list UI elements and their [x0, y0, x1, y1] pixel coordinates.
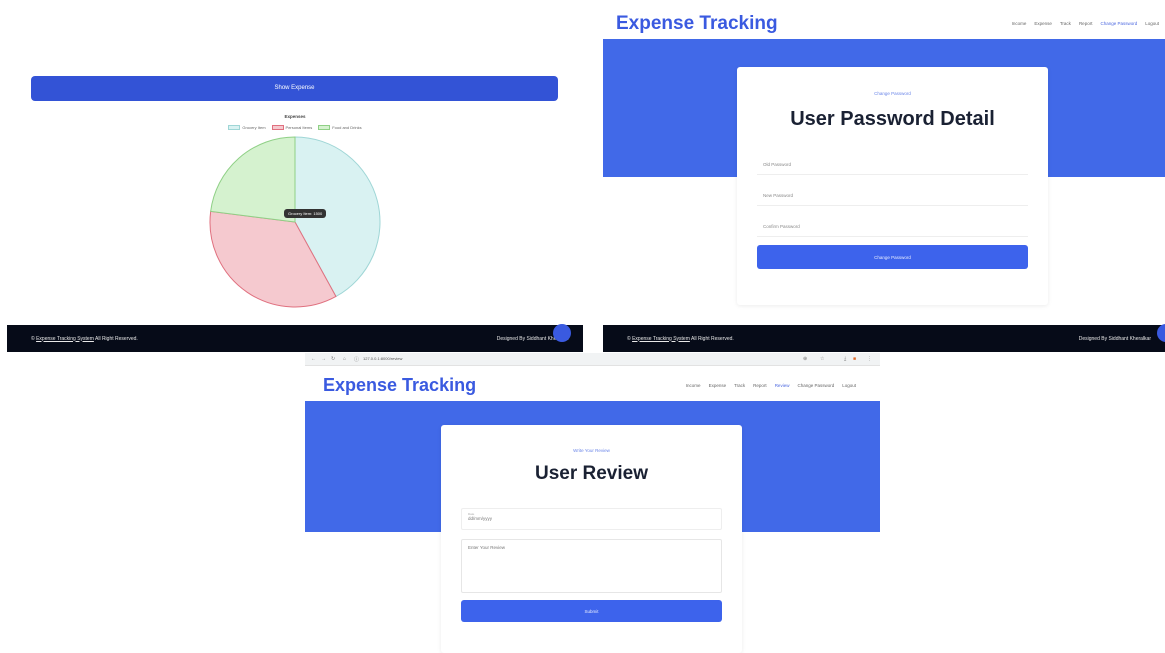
expense-pie-chart[interactable]	[207, 136, 383, 312]
nav-change-password[interactable]: Change Password	[1100, 21, 1137, 26]
legend-item-personal[interactable]: Personal Items	[271, 125, 313, 130]
change-password-button[interactable]: Change Password	[757, 245, 1028, 269]
site-footer: © Expense Tracking System All Right Rese…	[603, 325, 1165, 352]
review-textarea[interactable]: Enter Your Review	[461, 539, 722, 593]
copyright-suffix: All Right Reserved.	[93, 335, 138, 342]
forward-icon[interactable]: →	[321, 356, 326, 362]
old-password-field[interactable]: Old Password	[757, 155, 1028, 175]
nav-logout[interactable]: Logout	[842, 383, 856, 388]
footer-brand-link[interactable]: Expense Tracking System	[632, 336, 690, 342]
home-icon[interactable]: ⌂	[343, 356, 346, 362]
footer-copyright: © Expense Tracking System All Right Rese…	[31, 336, 138, 342]
pie-slice-food-and-drinks[interactable]	[210, 136, 296, 223]
reload-icon[interactable]: ↻	[331, 356, 335, 362]
legend-swatch	[271, 125, 284, 130]
zoom-icon[interactable]: ⊕	[803, 356, 807, 362]
back-icon[interactable]: ←	[311, 356, 316, 362]
footer-copyright: © Expense Tracking System All Right Rese…	[627, 336, 734, 342]
nav-track[interactable]: Track	[1060, 21, 1071, 26]
back-to-top-button[interactable]	[553, 324, 571, 342]
card-title: User Password Detail	[790, 108, 995, 130]
nav-track[interactable]: Track	[734, 383, 745, 388]
chart-legend: Grocery Item Personal Items Food and Dri…	[7, 125, 583, 130]
footer-designed-by: Designed By Siddhant Kheralkar	[1078, 335, 1151, 342]
submit-button[interactable]: Submit	[461, 600, 722, 622]
brand-logo[interactable]: Expense Tracking	[616, 13, 778, 35]
chart-tooltip: Grocery Item: 1500	[284, 209, 327, 218]
site-footer: © Expense Tracking System All Right Rese…	[7, 325, 583, 352]
browser-toolbar: ← → ↻ ⌂ ⓘ 127.0.0.1:8000/review ⊕ ☆ ⤓ ■ …	[305, 353, 880, 366]
site-info-icon[interactable]: ⓘ	[354, 356, 359, 363]
card-subtitle: Change Password	[874, 91, 911, 96]
change-password-panel: Expense Tracking Income Expense Track Re…	[603, 6, 1165, 352]
nav-expense[interactable]: Expense	[1034, 21, 1052, 26]
legend-label: Grocery Item	[242, 125, 266, 130]
main-nav: Income Expense Track Report Review Chang…	[686, 383, 856, 388]
chart-title: Expenses	[284, 114, 306, 119]
download-icon[interactable]: ⤓	[844, 356, 846, 362]
legend-label: Personal Items	[285, 125, 313, 130]
nav-expense[interactable]: Expense	[709, 383, 727, 388]
nav-review[interactable]: Review	[775, 383, 790, 388]
nav-change-password[interactable]: Change Password	[797, 383, 834, 388]
expenses-chart-panel: Show Expense Expenses Grocery Item Perso…	[7, 6, 583, 352]
legend-swatch	[318, 125, 331, 130]
extension-icon[interactable]: ■	[853, 356, 856, 362]
nav-income[interactable]: Income	[1012, 21, 1027, 26]
nav-report[interactable]: Report	[1079, 21, 1093, 26]
card-title: User Review	[534, 463, 648, 484]
address-bar[interactable]: 127.0.0.1:8000/review	[363, 356, 402, 361]
nav-logout[interactable]: Logout	[1145, 21, 1159, 26]
card-subtitle: Write Your Review	[573, 448, 610, 453]
legend-label: Food and Drinks	[332, 125, 362, 130]
review-card: Write Your Review User Review Date dd/mm…	[441, 425, 742, 653]
new-password-field[interactable]: New Password	[757, 186, 1028, 206]
show-expense-button[interactable]: Show Expense	[31, 76, 558, 101]
nav-income[interactable]: Income	[686, 383, 701, 388]
footer-brand-link[interactable]: Expense Tracking System	[36, 336, 94, 342]
main-nav: Income Expense Track Report Change Passw…	[1012, 21, 1159, 26]
nav-report[interactable]: Report	[753, 383, 767, 388]
legend-item-food[interactable]: Food and Drinks	[318, 125, 362, 130]
legend-item-grocery[interactable]: Grocery Item	[228, 125, 266, 130]
legend-swatch	[228, 125, 241, 130]
date-value: dd/mm/yyyy	[468, 516, 493, 521]
copyright-suffix: All Right Reserved.	[689, 335, 734, 342]
menu-icon[interactable]: ⋮	[867, 356, 872, 362]
confirm-password-field[interactable]: Confirm Password	[757, 217, 1028, 237]
password-card: Change Password User Password Detail Old…	[737, 67, 1048, 305]
brand-logo[interactable]: Expense Tracking	[323, 375, 476, 396]
bookmark-star-icon[interactable]: ☆	[820, 356, 824, 362]
date-input[interactable]: Date dd/mm/yyyy	[461, 508, 722, 530]
user-review-panel: ← → ↻ ⌂ ⓘ 127.0.0.1:8000/review ⊕ ☆ ⤓ ■ …	[305, 353, 880, 653]
